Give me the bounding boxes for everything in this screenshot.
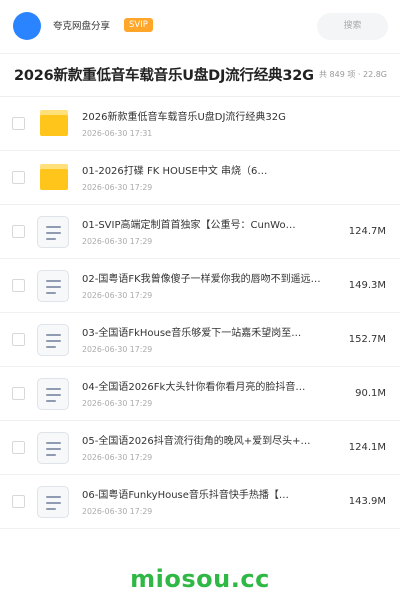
- select-checkbox[interactable]: [12, 333, 25, 346]
- select-checkbox[interactable]: [12, 495, 25, 508]
- header-divider: [0, 53, 400, 54]
- top-bar: 夸克网盘分享 SVIP 搜索: [0, 0, 400, 52]
- item-name: 03-全国语FkHouse音乐够爱下一站嘉禾望岗至…: [82, 328, 302, 339]
- list-item[interactable]: 05-全国语2026抖音流行街角的晚风+爱到尽头+… 2026-06-30 17:…: [0, 421, 400, 475]
- file-list: 2026新款重低音车载音乐U盘DJ流行经典32G 2026-06-30 17:31…: [0, 97, 400, 529]
- list-item[interactable]: 01-2026打碟 FK HOUSE中文 串烧（6… 2026-06-30 17:…: [0, 151, 400, 205]
- document-icon: [37, 432, 69, 464]
- list-item[interactable]: 2026新款重低音车载音乐U盘DJ流行经典32G 2026-06-30 17:31: [0, 97, 400, 151]
- svip-badge: SVIP: [124, 18, 153, 32]
- select-checkbox[interactable]: [12, 117, 25, 130]
- select-checkbox[interactable]: [12, 441, 25, 454]
- item-name: 01-2026打碟 FK HOUSE中文 串烧（6…: [82, 166, 268, 177]
- select-checkbox[interactable]: [12, 171, 25, 184]
- item-size: 149.3M: [348, 280, 386, 291]
- folder-icon: [40, 164, 68, 190]
- folder-icon: [40, 110, 68, 136]
- share-page: 夸克网盘分享 SVIP 搜索 2026新款重低音车载音乐U盘DJ流行经典32G …: [0, 0, 400, 600]
- item-date: 2026-06-30 17:29: [82, 183, 153, 192]
- item-size: 124.1M: [348, 442, 386, 453]
- folder-meta: 共 849 项 · 22.8G: [319, 70, 387, 79]
- select-checkbox[interactable]: [12, 387, 25, 400]
- select-checkbox[interactable]: [12, 225, 25, 238]
- document-icon: [37, 486, 69, 518]
- search-button[interactable]: 搜索: [317, 13, 388, 40]
- item-date: 2026-06-30 17:29: [82, 507, 153, 516]
- item-date: 2026-06-30 17:31: [82, 129, 153, 138]
- list-item[interactable]: 03-全国语FkHouse音乐够爱下一站嘉禾望岗至… 2026-06-30 17:…: [0, 313, 400, 367]
- item-date: 2026-06-30 17:29: [82, 237, 153, 246]
- item-name: 02-国粤语FK我曾像傻子一样爱你我的唇吻不到遥远…: [82, 274, 321, 285]
- item-size: 90.1M: [355, 388, 386, 399]
- item-date: 2026-06-30 17:29: [82, 345, 153, 354]
- document-icon: [37, 324, 69, 356]
- watermark: miosou.cc: [130, 565, 270, 593]
- list-item[interactable]: 04-全国语2026Fk大头针你看你看月亮的脸抖音… 2026-06-30 17:…: [0, 367, 400, 421]
- avatar[interactable]: [13, 12, 41, 40]
- item-name: 2026新款重低音车载音乐U盘DJ流行经典32G: [82, 112, 286, 123]
- item-date: 2026-06-30 17:29: [82, 291, 153, 300]
- item-name: 01-SVIP高端定制首首独家【公重号：CunWo…: [82, 220, 296, 231]
- item-date: 2026-06-30 17:29: [82, 399, 153, 408]
- brand-name: 夸克网盘分享: [53, 21, 111, 32]
- item-size: 152.7M: [348, 334, 386, 345]
- document-icon: [37, 378, 69, 410]
- item-name: 05-全国语2026抖音流行街角的晚风+爱到尽头+…: [82, 436, 311, 447]
- list-item[interactable]: 06-国粤语FunkyHouse音乐抖音快手热播【… 2026-06-30 17:…: [0, 475, 400, 529]
- document-icon: [37, 216, 69, 248]
- item-date: 2026-06-30 17:29: [82, 453, 153, 462]
- list-item[interactable]: 01-SVIP高端定制首首独家【公重号：CunWo… 2026-06-30 17:…: [0, 205, 400, 259]
- item-size: 143.9M: [348, 496, 386, 507]
- folder-title: 2026新款重低音车载音乐U盘DJ流行经典32G: [14, 68, 314, 84]
- item-name: 04-全国语2026Fk大头针你看你看月亮的脸抖音…: [82, 382, 306, 393]
- select-checkbox[interactable]: [12, 279, 25, 292]
- list-item[interactable]: 02-国粤语FK我曾像傻子一样爱你我的唇吻不到遥远… 2026-06-30 17:…: [0, 259, 400, 313]
- document-icon: [37, 270, 69, 302]
- item-name: 06-国粤语FunkyHouse音乐抖音快手热播【…: [82, 490, 289, 501]
- item-size: 124.7M: [348, 226, 386, 237]
